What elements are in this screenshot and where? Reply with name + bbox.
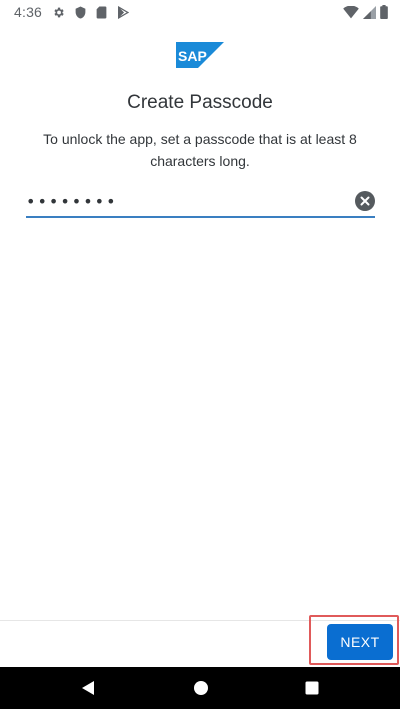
play-store-icon bbox=[117, 5, 130, 19]
next-button[interactable]: NEXT bbox=[327, 624, 393, 660]
recents-icon bbox=[305, 681, 319, 695]
shield-icon bbox=[75, 6, 86, 19]
cell-signal-icon bbox=[363, 5, 376, 19]
nav-home-button[interactable] bbox=[191, 678, 211, 698]
passcode-screen: 4:36 SAP Create Passcode To unlock the a… bbox=[0, 0, 400, 709]
nav-back-button[interactable] bbox=[78, 678, 98, 698]
gear-icon bbox=[52, 6, 65, 19]
sap-logo-text: SAP bbox=[178, 48, 207, 64]
page-title: Create Passcode bbox=[127, 92, 273, 113]
logo-wrap: SAP bbox=[0, 42, 400, 68]
nav-recents-button[interactable] bbox=[302, 678, 322, 698]
sap-logo: SAP bbox=[176, 42, 224, 68]
nav-bar bbox=[0, 667, 400, 709]
sd-card-icon bbox=[96, 6, 107, 19]
wifi-icon bbox=[343, 5, 359, 19]
passcode-input[interactable] bbox=[26, 186, 346, 216]
status-bar: 4:36 bbox=[0, 0, 400, 24]
status-icons-right bbox=[343, 5, 388, 19]
back-icon bbox=[82, 681, 94, 695]
clear-icon bbox=[360, 196, 370, 206]
battery-icon bbox=[380, 5, 388, 19]
page-description: To unlock the app, set a passcode that i… bbox=[43, 131, 357, 169]
clear-button[interactable] bbox=[355, 191, 375, 211]
passcode-field bbox=[26, 186, 375, 218]
home-icon bbox=[194, 681, 208, 695]
status-time: 4:36 bbox=[14, 4, 43, 20]
status-icons-left bbox=[52, 5, 130, 19]
